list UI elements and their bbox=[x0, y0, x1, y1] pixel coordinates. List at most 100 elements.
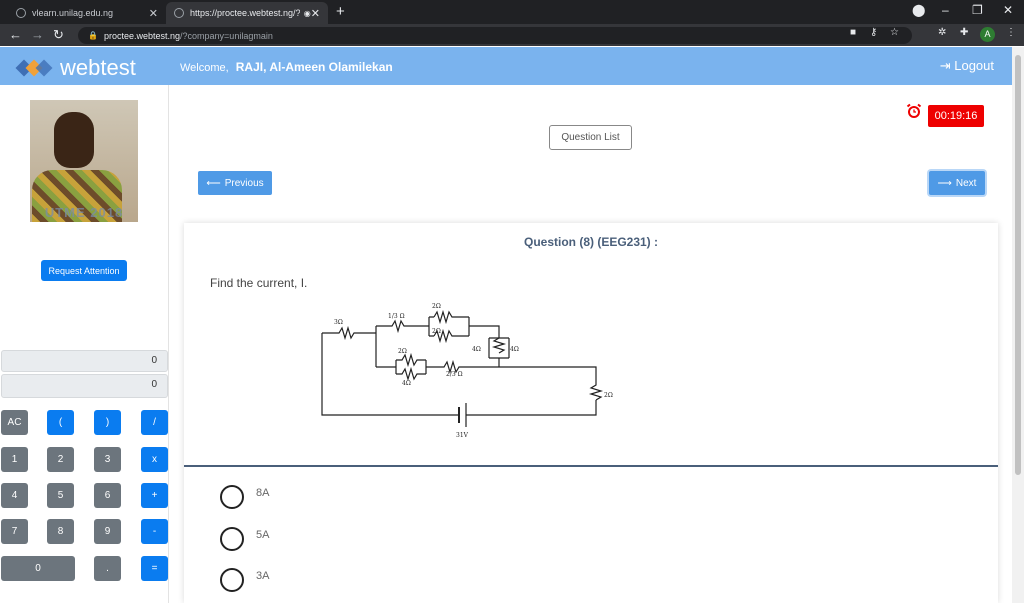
calc-key-ac[interactable]: AC bbox=[1, 410, 28, 435]
option-a[interactable]: 8A bbox=[220, 485, 269, 509]
welcome-label: Welcome, bbox=[180, 62, 229, 74]
brand-logo[interactable]: webtest bbox=[15, 55, 136, 81]
previous-label: Previous bbox=[224, 177, 264, 189]
candidate-photo: UTME 2018 bbox=[30, 100, 138, 222]
label-4ohm-a: 4Ω bbox=[472, 346, 481, 353]
puzzle-icon[interactable]: ✚ bbox=[960, 27, 968, 38]
question-title: Question (8) (EEG231) : bbox=[523, 235, 659, 249]
arrow-right-icon: ⟶ bbox=[937, 177, 952, 189]
calc-key-dot[interactable]: . bbox=[94, 556, 121, 581]
calc-key-8[interactable]: 8 bbox=[47, 519, 74, 544]
calc-key-4[interactable]: 4 bbox=[1, 483, 28, 508]
menu-icon[interactable]: ⋮ bbox=[1006, 27, 1016, 38]
calculator-display-top: 0 bbox=[1, 350, 168, 372]
calc-key-equals[interactable]: = bbox=[141, 556, 168, 581]
previous-button[interactable]: ⟵ Previous bbox=[198, 171, 272, 195]
browser-tab-bar: vlearn.unilag.edu.ng ✕ https://proctee.w… bbox=[0, 0, 1024, 24]
sidebar: UTME 2018 Request Attention 0 0 AC ( ) /… bbox=[0, 85, 169, 603]
option-c[interactable]: 3A bbox=[220, 568, 269, 592]
address-bar[interactable]: 🔒 proctee.webtest.ng /?company=unilagmai… bbox=[78, 27, 912, 44]
alarm-clock-icon bbox=[906, 103, 922, 118]
photo-stamp: UTME 2018 bbox=[44, 205, 124, 220]
calc-key-divide[interactable]: / bbox=[141, 410, 168, 435]
logo-icon bbox=[15, 58, 53, 78]
app-header: webtest Welcome, RAJI, Al-Ameen Olamilek… bbox=[0, 47, 1012, 85]
calc-key-9[interactable]: 9 bbox=[94, 519, 121, 544]
label-2ohm-lower: 2Ω bbox=[432, 328, 441, 335]
browser-tab-vlearn[interactable]: vlearn.unilag.edu.ng ✕ bbox=[8, 2, 166, 24]
reload-icon[interactable]: ↻ bbox=[53, 27, 64, 43]
browser-toolbar: ← → ↻ 🔒 proctee.webtest.ng /?company=uni… bbox=[0, 24, 1024, 46]
tab-search-icon[interactable]: ⬤ bbox=[912, 3, 925, 17]
countdown-timer: 00:19:16 bbox=[928, 105, 984, 127]
extension-icon[interactable]: ✲ bbox=[938, 27, 946, 38]
next-label: Next bbox=[955, 177, 977, 189]
calc-key-7[interactable]: 7 bbox=[1, 519, 28, 544]
arrow-left-icon: ⟵ bbox=[206, 177, 221, 189]
brand-name: webtest bbox=[60, 55, 136, 80]
close-tab-icon[interactable]: ✕ bbox=[149, 7, 158, 20]
option-b[interactable]: 5A bbox=[220, 527, 269, 551]
calc-key-plus[interactable]: + bbox=[141, 483, 168, 508]
url-path: /?company=unilagmain bbox=[180, 30, 273, 41]
logout-label: Logout bbox=[954, 58, 994, 73]
calc-key-rparen[interactable]: ) bbox=[94, 410, 121, 435]
new-tab-button[interactable]: + bbox=[336, 3, 345, 20]
user-name: RAJI, Al-Ameen Olamilekan bbox=[235, 60, 393, 74]
option-label: 8A bbox=[256, 487, 270, 499]
circuit-diagram: 3Ω 1/3 Ω 2Ω 2Ω 4Ω 4Ω 2Ω 4Ω 2/3 Ω 2Ω 31V bbox=[321, 303, 613, 439]
option-label: 3A bbox=[256, 570, 270, 582]
restore-button[interactable]: ❐ bbox=[972, 3, 983, 17]
label-31v: 31V bbox=[456, 432, 469, 439]
radio-button[interactable] bbox=[220, 568, 244, 592]
label-third-ohm: 1/3 Ω bbox=[388, 313, 405, 320]
calc-key-5[interactable]: 5 bbox=[47, 483, 74, 508]
radio-button[interactable] bbox=[220, 527, 244, 551]
question-text: Find the current, I. bbox=[210, 276, 308, 290]
welcome-message: Welcome, RAJI, Al-Ameen Olamilekan bbox=[180, 60, 393, 74]
logout-icon: ⇥ bbox=[939, 58, 951, 73]
calc-key-lparen[interactable]: ( bbox=[47, 410, 74, 435]
back-arrow-icon[interactable]: ← bbox=[9, 27, 22, 42]
calc-key-0[interactable]: 0 bbox=[1, 556, 75, 581]
label-4ohm-b: 4Ω bbox=[510, 346, 519, 353]
question-list-button[interactable]: Question List bbox=[549, 125, 632, 150]
calc-key-1[interactable]: 1 bbox=[1, 447, 28, 472]
forward-arrow-icon[interactable]: → bbox=[31, 27, 44, 42]
options-divider bbox=[184, 465, 998, 467]
option-label: 5A bbox=[256, 529, 270, 541]
calc-key-2[interactable]: 2 bbox=[47, 447, 74, 472]
photo-face bbox=[54, 112, 94, 168]
label-2ohm-top: 2Ω bbox=[432, 303, 441, 310]
calc-key-6[interactable]: 6 bbox=[94, 483, 121, 508]
label-4ohm-mid: 4Ω bbox=[402, 380, 411, 387]
calc-key-minus[interactable]: - bbox=[141, 519, 168, 544]
lock-icon: 🔒 bbox=[88, 31, 98, 40]
globe-icon bbox=[174, 8, 184, 18]
close-tab-icon[interactable]: ✕ bbox=[311, 7, 320, 20]
page-scrollbar[interactable] bbox=[1012, 47, 1024, 603]
key-icon[interactable]: ⚷ bbox=[870, 27, 877, 38]
logout-button[interactable]: ⇥ Logout bbox=[940, 58, 994, 74]
scrollbar-thumb[interactable] bbox=[1015, 55, 1021, 475]
calculator-display-bottom: 0 bbox=[1, 374, 168, 398]
calc-key-3[interactable]: 3 bbox=[94, 447, 121, 472]
close-window-button[interactable]: ✕ bbox=[1003, 3, 1013, 17]
label-3ohm: 3Ω bbox=[334, 319, 343, 326]
browser-tab-proctee[interactable]: https://proctee.webtest.ng/? ◉ ✕ bbox=[166, 2, 328, 24]
tab-title: https://proctee.webtest.ng/? bbox=[190, 8, 300, 18]
request-attention-button[interactable]: Request Attention bbox=[41, 260, 127, 281]
question-card: Question (8) (EEG231) : Find the current… bbox=[184, 223, 998, 603]
minimize-button[interactable]: – bbox=[942, 3, 949, 17]
label-2ohm-mid: 2Ω bbox=[398, 348, 407, 355]
label-two-third-ohm: 2/3 Ω bbox=[446, 371, 463, 378]
label-2ohm-right: 2Ω bbox=[604, 392, 613, 399]
tab-title: vlearn.unilag.edu.ng bbox=[32, 8, 114, 18]
star-icon[interactable]: ☆ bbox=[890, 27, 899, 38]
camera-icon[interactable]: ■ bbox=[850, 27, 856, 38]
radio-button[interactable] bbox=[220, 485, 244, 509]
globe-icon bbox=[16, 8, 26, 18]
next-button[interactable]: ⟶ Next bbox=[929, 171, 985, 195]
profile-avatar[interactable]: A bbox=[980, 27, 995, 42]
calc-key-multiply[interactable]: x bbox=[141, 447, 168, 472]
